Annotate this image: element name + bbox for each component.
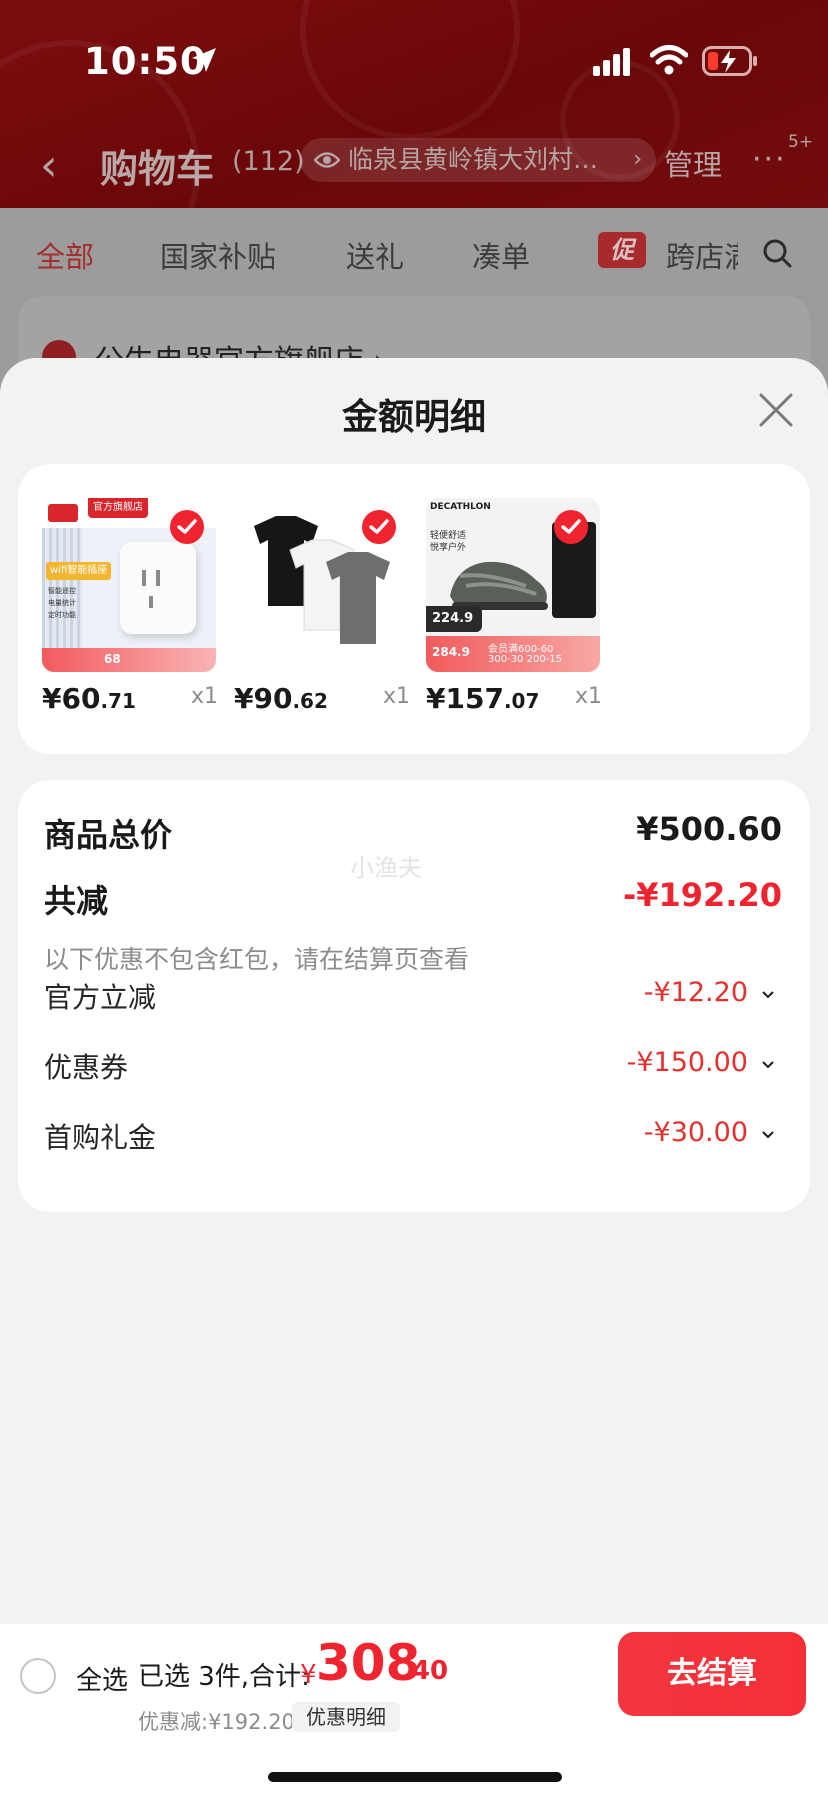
plug-body bbox=[120, 542, 196, 634]
promo-badge: 促 bbox=[598, 232, 646, 268]
detail-coupon-value[interactable]: -¥150.00 bbox=[627, 1047, 748, 1078]
status-bar: 10:50 bbox=[0, 0, 828, 120]
total-decimal: .40 bbox=[402, 1656, 449, 1686]
category-tabs: 全部 国家补贴 送礼 凑单 促 跨店满 bbox=[0, 208, 828, 296]
total-label: 商品总价 bbox=[44, 816, 173, 854]
product-image-tshirts bbox=[234, 498, 408, 672]
tab-bundle[interactable]: 凑单 bbox=[472, 234, 530, 276]
detail-official-discount-value[interactable]: -¥12.20 bbox=[644, 977, 748, 1008]
price-summary: 小渔夫 商品总价 ¥500.60 共减 -¥192.20 以下优惠不包含红包，请… bbox=[18, 780, 810, 1212]
header: 10:50 ‹ 购物车 (112) 临泉县黄岭镇大刘村… › 管理 ··· 5+ bbox=[0, 0, 828, 208]
product-qty: x1 bbox=[574, 684, 602, 709]
strip-price: 284.9 bbox=[432, 645, 470, 659]
back-chevron-icon[interactable]: ‹ bbox=[40, 140, 58, 191]
detail-first-purchase-value[interactable]: -¥30.00 bbox=[644, 1117, 748, 1148]
checkout-button[interactable]: 去结算 bbox=[618, 1632, 806, 1716]
reduce-note: 以下优惠不包含红包，请在结算页查看 bbox=[44, 945, 470, 974]
product-item[interactable]: ¥90.62 x1 bbox=[234, 498, 410, 715]
strip-promo: 300-30 200-15 bbox=[488, 654, 563, 665]
reduce-value: -¥192.20 bbox=[622, 876, 782, 914]
brand-logo: DECATHLON bbox=[430, 502, 491, 512]
watermark: 小渔夫 bbox=[350, 854, 422, 882]
strip-promo: 会员满600-60 bbox=[488, 644, 554, 655]
page-title: 购物车 bbox=[100, 147, 215, 191]
total-value: ¥500.60 bbox=[636, 810, 782, 848]
close-icon[interactable] bbox=[758, 392, 794, 428]
plus-price-box: 224.9 bbox=[426, 606, 482, 632]
product-price: ¥90.62 bbox=[234, 682, 328, 715]
product-price: ¥157.07 bbox=[426, 682, 540, 715]
product-qty: x1 bbox=[382, 684, 410, 709]
brand-logo bbox=[48, 504, 78, 522]
tab-national-subsidy[interactable]: 国家补贴 bbox=[160, 234, 276, 276]
selected-summary: 已选 3件,合计: bbox=[138, 1662, 310, 1692]
total-currency: ¥ bbox=[300, 1660, 317, 1690]
more-icon[interactable]: ··· bbox=[752, 142, 787, 177]
amount-detail-sheet: 金额明细 官方旗舰店 wifi智能插座 智能遥控 电量统计 定时功能 68 ¥6… bbox=[0, 358, 828, 1796]
detail-coupon-label: 优惠券 bbox=[44, 1051, 129, 1084]
strip-price: 68 bbox=[104, 652, 121, 666]
select-all-label[interactable]: 全选 bbox=[76, 1660, 128, 1697]
select-all-checkbox[interactable] bbox=[20, 1658, 56, 1694]
home-indicator bbox=[268, 1772, 562, 1782]
selected-check-icon[interactable] bbox=[554, 510, 588, 544]
selected-check-icon[interactable] bbox=[362, 510, 396, 544]
store-tag: 官方旗舰店 bbox=[88, 498, 148, 518]
product-item[interactable]: DECATHLON 轻便舒适 悦享户外 224.9 284.9 会员满600-6… bbox=[426, 498, 602, 715]
product-price: ¥60.71 bbox=[42, 682, 136, 715]
chevron-down-icon[interactable] bbox=[760, 986, 776, 1002]
address-text: 临泉县黄岭镇大刘村… bbox=[348, 145, 599, 174]
detail-official-discount-label: 官方立减 bbox=[44, 981, 157, 1014]
address-selector[interactable]: 临泉县黄岭镇大刘村… › bbox=[300, 138, 656, 182]
tab-cross-store[interactable]: 跨店满 bbox=[666, 234, 738, 276]
manage-button[interactable]: 管理 bbox=[664, 142, 722, 184]
wifi-icon bbox=[650, 45, 688, 75]
selected-check-icon[interactable] bbox=[170, 510, 204, 544]
eye-icon bbox=[314, 152, 340, 168]
price-strip: 284.9 会员满600-60 300-30 200-15 bbox=[426, 636, 600, 672]
product-image-sandals: DECATHLON 轻便舒适 悦享户外 224.9 284.9 会员满600-6… bbox=[426, 498, 600, 672]
chevron-down-icon[interactable] bbox=[760, 1056, 776, 1072]
feature-text: 定时功能 bbox=[48, 611, 76, 619]
price-strip: 68 bbox=[42, 648, 216, 672]
clock: 10:50 bbox=[84, 40, 207, 83]
cart-count: (112) bbox=[232, 146, 305, 177]
feature-text: 智能遥控 bbox=[48, 587, 76, 595]
product-image-smart-plug: 官方旗舰店 wifi智能插座 智能遥控 电量统计 定时功能 68 bbox=[42, 498, 216, 672]
discount-summary: 优惠减:¥192.20 bbox=[138, 1710, 295, 1734]
tab-gift[interactable]: 送礼 bbox=[346, 234, 404, 276]
chevron-right-icon: › bbox=[633, 147, 642, 172]
sheet-title: 金额明细 bbox=[341, 397, 486, 438]
message-badge: 5+ bbox=[788, 132, 814, 152]
cellular-signal-icon bbox=[593, 48, 630, 76]
product-qty: x1 bbox=[190, 684, 218, 709]
search-icon[interactable] bbox=[762, 238, 792, 268]
checkout-bar: 全选 已选 3件,合计: ¥ 308 .40 优惠减:¥192.20 优惠明细 … bbox=[0, 1624, 828, 1796]
plus-price: 224.9 bbox=[432, 611, 474, 626]
location-arrow-icon bbox=[192, 48, 216, 72]
reduce-label: 共减 bbox=[44, 882, 109, 920]
tab-all[interactable]: 全部 bbox=[36, 234, 94, 276]
chevron-down-icon[interactable] bbox=[760, 1126, 776, 1142]
product-item[interactable]: 官方旗舰店 wifi智能插座 智能遥控 电量统计 定时功能 68 ¥60.71 … bbox=[42, 498, 218, 715]
discount-detail-button[interactable]: 优惠明细 bbox=[292, 1702, 400, 1732]
detail-first-purchase-label: 首购礼金 bbox=[44, 1121, 157, 1154]
feature-label: wifi智能插座 bbox=[46, 562, 112, 580]
product-list: 官方旗舰店 wifi智能插座 智能遥控 电量统计 定时功能 68 ¥60.71 … bbox=[18, 464, 810, 754]
battery-charging-icon bbox=[702, 46, 757, 76]
nav-bar: ‹ 购物车 (112) 临泉县黄岭镇大刘村… › 管理 ··· 5+ bbox=[0, 128, 828, 198]
feature-text: 电量统计 bbox=[48, 599, 76, 607]
